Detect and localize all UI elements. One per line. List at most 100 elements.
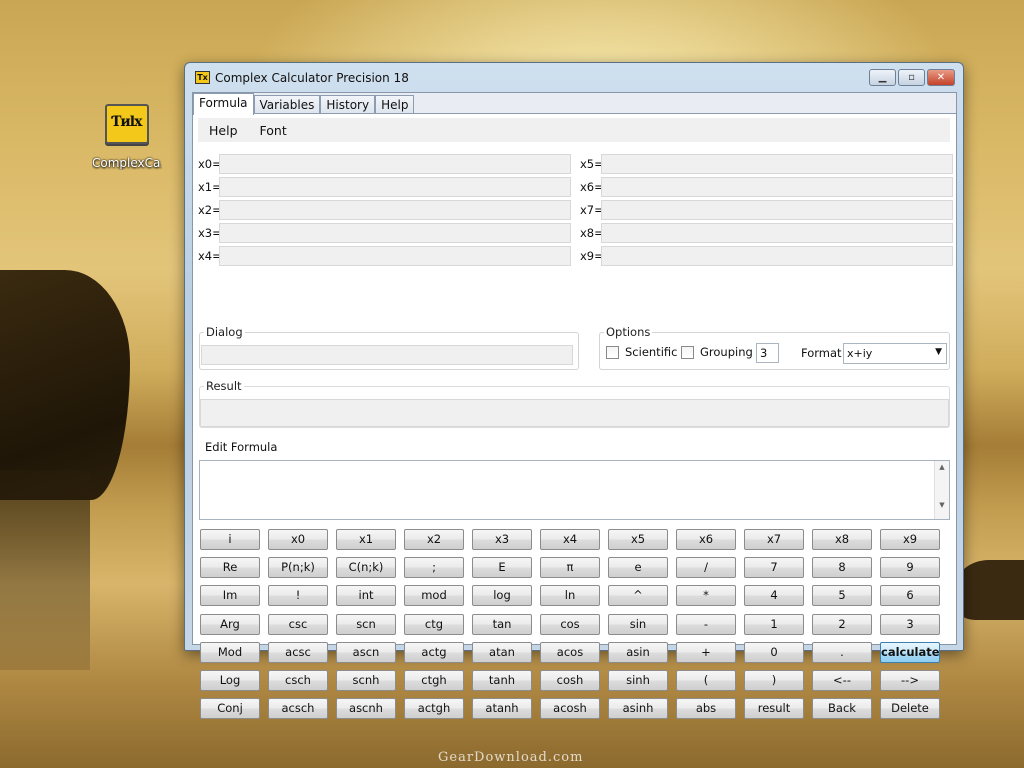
x8-button[interactable]: x8	[812, 529, 872, 550]
plus-button[interactable]: +	[676, 641, 736, 663]
p-n-k-button[interactable]: P(n;k)	[268, 557, 328, 579]
1-button[interactable]: 1	[744, 613, 804, 635]
acsch-button[interactable]: acsch	[268, 698, 328, 720]
grouping-input[interactable]: 3	[756, 343, 779, 363]
dot-button[interactable]: .	[812, 641, 872, 663]
e-button[interactable]: e	[608, 557, 668, 579]
sinh-button[interactable]: sinh	[608, 670, 668, 691]
c-n-k-button[interactable]: C(n;k)	[336, 557, 396, 579]
variable-field-x8[interactable]	[601, 223, 953, 243]
desktop-shortcut[interactable]: Ƭиlx ComplexCa...	[92, 104, 162, 170]
int-button[interactable]: int	[336, 585, 396, 607]
actgh-button[interactable]: actgh	[404, 698, 464, 720]
tab-formula[interactable]: Formula	[193, 93, 254, 115]
calculate-button[interactable]: calculate	[880, 641, 940, 663]
7-button[interactable]: 7	[744, 557, 804, 579]
delete-button[interactable]: Delete	[880, 698, 940, 720]
acos-button[interactable]: acos	[540, 641, 600, 663]
x1-button[interactable]: x1	[336, 529, 396, 550]
rparen-button[interactable]: )	[744, 670, 804, 691]
x7-button[interactable]: x7	[744, 529, 804, 550]
result-button[interactable]: result	[744, 698, 804, 720]
atan-button[interactable]: atan	[472, 641, 532, 663]
3-button[interactable]: 3	[880, 613, 940, 635]
scroll-down-icon[interactable]: ▼	[935, 501, 949, 509]
ascnh-button[interactable]: ascnh	[336, 698, 396, 720]
scientific-checkbox[interactable]: Scientific	[606, 345, 677, 359]
abs-button[interactable]: abs	[676, 698, 736, 720]
divide-button[interactable]: /	[676, 557, 736, 579]
atanh-button[interactable]: atanh	[472, 698, 532, 720]
6-button[interactable]: 6	[880, 585, 940, 607]
cos-button[interactable]: cos	[540, 613, 600, 635]
scn-button[interactable]: scn	[336, 613, 396, 635]
dialog-field[interactable]	[201, 345, 573, 365]
format-select[interactable]: x+iy ▼	[843, 343, 947, 364]
maximize-button[interactable]: ▫	[898, 69, 925, 86]
scientific-checkbox-box[interactable]	[606, 345, 619, 359]
semicolon-button[interactable]: ;	[404, 557, 464, 579]
variable-field-x2[interactable]	[219, 200, 571, 220]
asinh-button[interactable]: asinh	[608, 698, 668, 720]
ascn-button[interactable]: ascn	[336, 641, 396, 663]
variable-field-x3[interactable]	[219, 223, 571, 243]
conj-button[interactable]: Conj	[200, 698, 260, 720]
tab-help[interactable]: Help	[375, 95, 415, 114]
sin-button[interactable]: sin	[608, 613, 668, 635]
variable-field-x4[interactable]	[219, 246, 571, 266]
edit-formula-textarea[interactable]: ▲ ▼	[199, 460, 950, 520]
ln-button[interactable]: ln	[540, 585, 600, 607]
factorial-button[interactable]: !	[268, 585, 328, 607]
close-button[interactable]: ✕	[927, 69, 955, 86]
left-arrow-button[interactable]: <--	[812, 670, 872, 691]
minus-button[interactable]: -	[676, 613, 736, 635]
8-button[interactable]: 8	[812, 557, 872, 579]
5-button[interactable]: 5	[812, 585, 872, 607]
tanh-button[interactable]: tanh	[472, 670, 532, 691]
x3-button[interactable]: x3	[472, 529, 532, 550]
x2-button[interactable]: x2	[404, 529, 464, 550]
2-button[interactable]: 2	[812, 613, 872, 635]
ctgh-button[interactable]: ctgh	[404, 670, 464, 691]
9-button[interactable]: 9	[880, 557, 940, 579]
mod-button[interactable]: mod	[404, 585, 464, 607]
log-button[interactable]: Log	[200, 670, 260, 691]
title-bar[interactable]: Tx Complex Calculator Precision 18 ▁ ▫ ✕	[185, 63, 963, 93]
re-button[interactable]: Re	[200, 557, 260, 579]
actg-button[interactable]: actg	[404, 641, 464, 663]
scnh-button[interactable]: scnh	[336, 670, 396, 691]
grouping-checkbox-box[interactable]	[681, 345, 694, 359]
im-button[interactable]: Im	[200, 585, 260, 607]
right-arrow-button[interactable]: -->	[880, 670, 940, 691]
tab-history[interactable]: History	[320, 95, 376, 114]
e-button[interactable]: E	[472, 557, 532, 579]
x5-button[interactable]: x5	[608, 529, 668, 550]
variable-field-x6[interactable]	[601, 177, 953, 197]
pi-button[interactable]: π	[540, 557, 600, 579]
grouping-checkbox[interactable]: Grouping	[681, 345, 753, 359]
x6-button[interactable]: x6	[676, 529, 736, 550]
acosh-button[interactable]: acosh	[540, 698, 600, 720]
variable-field-x7[interactable]	[601, 200, 953, 220]
cosh-button[interactable]: cosh	[540, 670, 600, 691]
tan-button[interactable]: tan	[472, 613, 532, 635]
variable-field-x0[interactable]	[219, 154, 571, 174]
asin-button[interactable]: asin	[608, 641, 668, 663]
variable-field-x9[interactable]	[601, 246, 953, 266]
mod-button[interactable]: Mod	[200, 641, 260, 663]
i-button[interactable]: i	[200, 529, 260, 550]
lparen-button[interactable]: (	[676, 670, 736, 691]
variable-field-x1[interactable]	[219, 177, 571, 197]
csc-button[interactable]: csc	[268, 613, 328, 635]
arg-button[interactable]: Arg	[200, 613, 260, 635]
x4-button[interactable]: x4	[540, 529, 600, 550]
power-button[interactable]: ^	[608, 585, 668, 607]
x9-button[interactable]: x9	[880, 529, 940, 550]
minimize-button[interactable]: ▁	[869, 69, 896, 86]
x0-button[interactable]: x0	[268, 529, 328, 550]
acsc-button[interactable]: acsc	[268, 641, 328, 663]
4-button[interactable]: 4	[744, 585, 804, 607]
0-button[interactable]: 0	[744, 641, 804, 663]
back-button[interactable]: Back	[812, 698, 872, 720]
multiply-button[interactable]: *	[676, 585, 736, 607]
